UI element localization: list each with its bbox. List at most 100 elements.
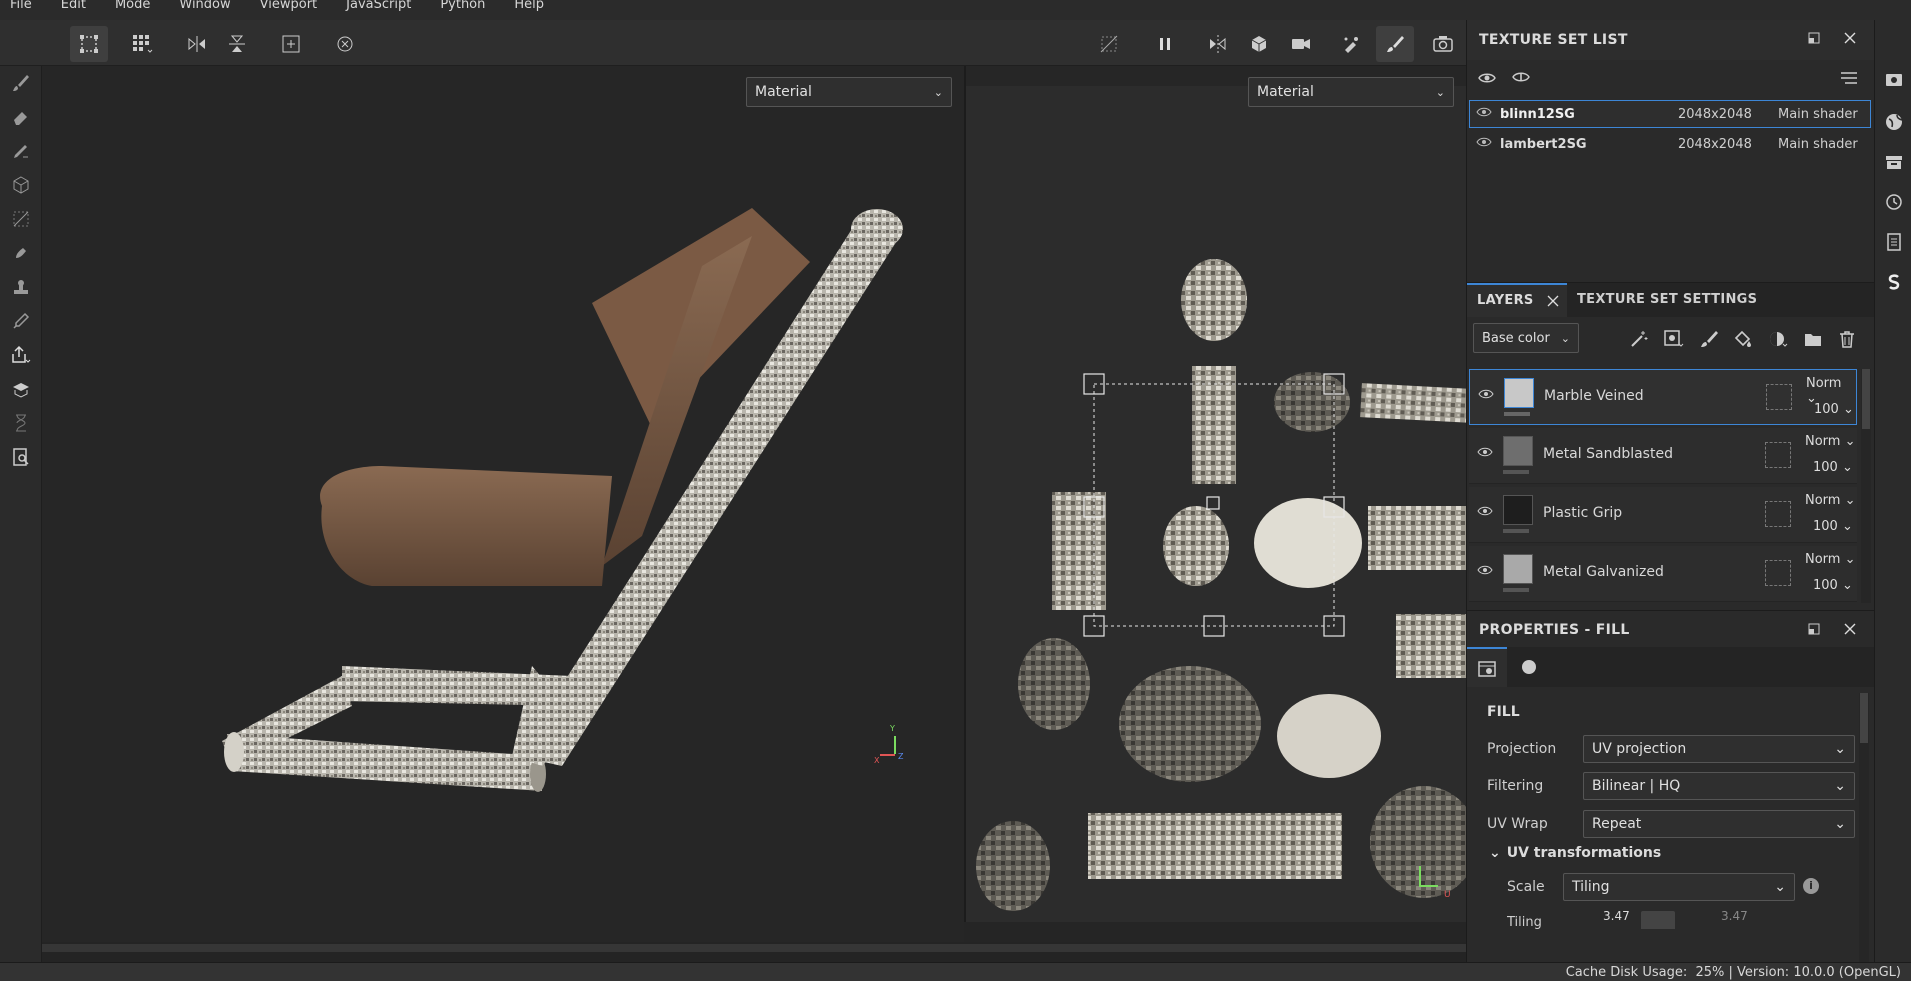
info-eye-icon[interactable] <box>1511 69 1531 89</box>
eye-icon[interactable] <box>1476 106 1492 122</box>
export-icon[interactable] <box>6 340 36 370</box>
bake-mesh-icon[interactable] <box>6 374 36 404</box>
uvwrap-dropdown[interactable]: Repeat ⌄ <box>1583 810 1855 838</box>
chair-model <box>222 208 903 792</box>
mirror-vertical-icon[interactable] <box>218 26 256 62</box>
menu-edit[interactable]: Edit <box>61 0 86 11</box>
paint-brush-icon[interactable] <box>1376 26 1414 62</box>
add-folder-icon[interactable] <box>1803 329 1823 353</box>
screenshot-camera-icon[interactable] <box>1424 26 1462 62</box>
add-smart-material-icon[interactable] <box>1767 329 1789 353</box>
layer-opacity[interactable]: 100 ⌄ <box>1813 519 1853 534</box>
layer-row[interactable]: Plastic Grip Norm ⌄ 100 ⌄ <box>1469 487 1857 543</box>
history-icon[interactable] <box>1882 190 1906 214</box>
shelf-icon[interactable] <box>1882 150 1906 174</box>
menu-viewport[interactable]: Viewport <box>260 0 318 11</box>
layer-row[interactable]: Metal Galvanized Norm ⌄ 100 ⌄ <box>1469 546 1857 602</box>
cube-display-icon[interactable] <box>1240 26 1278 62</box>
tiling-row: Tiling 3.47 3.47 <box>1507 909 1847 929</box>
brush-tool-icon[interactable] <box>6 68 36 98</box>
geometry-fill-icon[interactable] <box>6 170 36 200</box>
viewport-3d[interactable]: Material ⌄ Y X Z <box>42 66 964 942</box>
add-frame-icon[interactable] <box>272 26 310 62</box>
layer-row[interactable]: Marble Veined Norm ⌄ 100 ⌄ <box>1469 369 1857 425</box>
symmetry-icon[interactable] <box>1200 26 1238 62</box>
environment-icon[interactable] <box>1882 110 1906 134</box>
bake-brush-icon[interactable] <box>1332 26 1370 62</box>
hide-uv-icon[interactable] <box>1090 26 1128 62</box>
visibility-settings-icon[interactable] <box>1477 70 1497 90</box>
eye-icon[interactable] <box>1477 564 1493 580</box>
camera-video-icon[interactable] <box>1282 26 1320 62</box>
layer-opacity[interactable]: 100 ⌄ <box>1814 402 1854 417</box>
menu-mode[interactable]: Mode <box>115 0 150 11</box>
float-panel-icon[interactable] <box>1807 622 1821 640</box>
tab-layers[interactable]: LAYERS <box>1467 283 1567 317</box>
layer-mask-slot[interactable] <box>1766 384 1792 410</box>
polygon-fill-icon[interactable] <box>6 204 36 234</box>
smudge-tool-icon[interactable] <box>6 238 36 268</box>
selection-mode-icon[interactable] <box>70 26 108 62</box>
menu-window[interactable]: Window <box>179 0 230 11</box>
add-paint-layer-icon[interactable] <box>1699 329 1719 353</box>
layer-mask-slot[interactable] <box>1765 560 1791 586</box>
uv-transformations-toggle[interactable]: ⌄ UV transformations <box>1489 845 1661 861</box>
eye-icon[interactable] <box>1476 136 1492 152</box>
menu-javascript[interactable]: JavaScript <box>346 0 411 11</box>
layers-scrollbar[interactable] <box>1861 369 1871 603</box>
channel-dropdown[interactable]: Base color ⌄ <box>1473 323 1579 353</box>
pause-icon[interactable] <box>1146 26 1184 62</box>
add-effect-icon[interactable] <box>1629 329 1649 353</box>
eye-icon[interactable] <box>1477 505 1493 521</box>
hourglass-icon[interactable] <box>6 408 36 438</box>
info-icon[interactable]: i <box>1803 878 1819 894</box>
add-mask-icon[interactable] <box>1663 329 1685 353</box>
add-fill-layer-icon[interactable] <box>1733 329 1753 353</box>
delete-layer-icon[interactable] <box>1837 329 1857 353</box>
lock-icon[interactable] <box>1641 911 1675 929</box>
layer-mask-slot[interactable] <box>1765 442 1791 468</box>
list-menu-icon[interactable] <box>1839 70 1859 90</box>
tab-texture-set-settings[interactable]: TEXTURE SET SETTINGS <box>1577 292 1757 307</box>
projection-tool-icon[interactable] <box>6 136 36 166</box>
scale-dropdown[interactable]: Tiling ⌄ <box>1563 873 1795 901</box>
menu-python[interactable]: Python <box>440 0 485 11</box>
reset-icon[interactable] <box>326 26 364 62</box>
close-tab-icon[interactable] <box>1547 295 1559 311</box>
filtering-dropdown[interactable]: Bilinear | HQ ⌄ <box>1583 772 1855 800</box>
display-settings-icon[interactable] <box>1882 68 1906 92</box>
horizontal-scrollbar[interactable] <box>42 942 1466 962</box>
menu-file[interactable]: File <box>10 0 32 11</box>
clone-stamp-icon[interactable] <box>6 272 36 302</box>
layer-blend-mode[interactable]: Norm ⌄ <box>1805 434 1856 449</box>
viewport-2d[interactable]: Material ⌄ U <box>964 66 1466 922</box>
layer-row[interactable]: Metal Sandblasted Norm ⌄ 100 ⌄ <box>1469 428 1857 484</box>
tiling-value-left[interactable]: 3.47 <box>1603 909 1630 923</box>
float-panel-icon[interactable] <box>1807 31 1821 49</box>
mirror-horizontal-icon[interactable] <box>178 26 216 62</box>
grid-select-icon[interactable] <box>124 26 162 62</box>
texture-set-row[interactable]: blinn12SG 2048x2048 Main shader <box>1469 100 1871 128</box>
mesh-search-icon[interactable] <box>6 442 36 472</box>
color-picker-icon[interactable] <box>6 306 36 336</box>
layer-blend-mode[interactable]: Norm ⌄ <box>1805 552 1856 567</box>
fill-settings-tab-icon[interactable] <box>1467 647 1507 687</box>
material-tab-icon[interactable] <box>1509 647 1549 687</box>
eraser-tool-icon[interactable] <box>6 102 36 132</box>
log-icon[interactable] <box>1882 230 1906 254</box>
properties-scrollbar[interactable] <box>1859 693 1869 963</box>
close-icon[interactable] <box>1843 622 1857 640</box>
layer-mask-slot[interactable] <box>1765 501 1791 527</box>
projection-dropdown[interactable]: UV projection ⌄ <box>1583 735 1855 763</box>
layer-opacity[interactable]: 100 ⌄ <box>1813 460 1853 475</box>
tiling-value-right[interactable]: 3.47 <box>1721 909 1748 923</box>
eye-icon[interactable] <box>1477 446 1493 462</box>
substance-logo-icon[interactable] <box>1882 270 1906 294</box>
eye-icon[interactable] <box>1478 388 1494 404</box>
layer-opacity[interactable]: 100 ⌄ <box>1813 578 1853 593</box>
texture-set-row[interactable]: lambert2SG 2048x2048 Main shader <box>1469 130 1871 158</box>
close-icon[interactable] <box>1843 31 1857 49</box>
properties-title: PROPERTIES - FILL <box>1479 622 1630 638</box>
menu-help[interactable]: Help <box>514 0 544 11</box>
layer-blend-mode[interactable]: Norm ⌄ <box>1805 493 1856 508</box>
